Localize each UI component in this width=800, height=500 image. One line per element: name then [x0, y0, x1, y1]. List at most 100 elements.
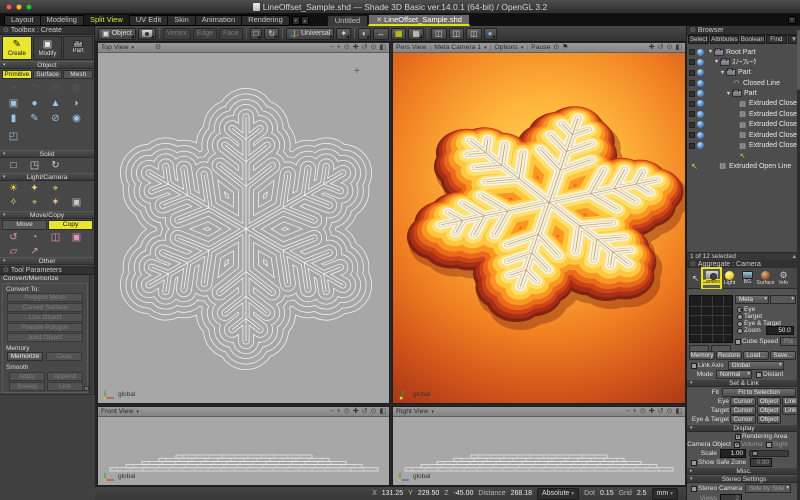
- eye-target-cursor-button[interactable]: Cursor: [730, 415, 756, 424]
- cone-icon[interactable]: ▲: [45, 97, 66, 111]
- workspace-tab-layout[interactable]: Layout: [5, 15, 41, 25]
- rotate-ball-icon[interactable]: ↺: [3, 231, 24, 245]
- chevron-down-icon[interactable]: ▾: [131, 43, 134, 53]
- pan-icon[interactable]: ✚: [353, 407, 359, 417]
- aggregate-tab-light[interactable]: Light: [721, 269, 738, 288]
- zoom-tool-icon[interactable]: ⊙: [371, 43, 377, 53]
- chevron-down-icon[interactable]: ▾: [521, 43, 524, 53]
- close-window-button[interactable]: [6, 4, 12, 10]
- options-menu[interactable]: Options: [494, 43, 517, 53]
- volume-checkbox[interactable]: ✓: [734, 442, 740, 448]
- meta-dropdown[interactable]: Meta: [735, 295, 769, 304]
- zoom-in-icon[interactable]: +: [337, 407, 341, 417]
- right-viewport-canvas[interactable]: global: [393, 417, 685, 485]
- quarter-icon[interactable]: ◗: [66, 97, 87, 111]
- move-ball-icon[interactable]: ◔: [24, 231, 45, 245]
- coordinate-mode-dropdown[interactable]: Absolute▾: [537, 488, 579, 500]
- tab-boolean[interactable]: Boolean: [740, 35, 765, 44]
- record-icon[interactable]: ⊙: [553, 43, 559, 53]
- spot-icon[interactable]: ✦: [24, 182, 45, 196]
- zoom-in-icon[interactable]: +: [337, 43, 341, 53]
- link-axis-checkbox[interactable]: [691, 363, 697, 369]
- tree-row-root-part[interactable]: ▼Root Part: [687, 47, 798, 57]
- eye-target-object-button[interactable]: Object: [757, 415, 781, 424]
- top-viewport-canvas[interactable]: + global: [98, 53, 389, 403]
- manipulator-tool-button[interactable]: ✦: [336, 28, 351, 40]
- tab-add-button[interactable]: ▴: [301, 16, 309, 25]
- grid-settings-button[interactable]: ▦: [408, 28, 424, 40]
- split-pane-icon[interactable]: ◧: [675, 407, 682, 417]
- cylinder-icon[interactable]: ▮: [3, 112, 24, 126]
- workspace-tab-skin[interactable]: Skin: [168, 15, 196, 25]
- stereo-camera-checkbox[interactable]: [691, 486, 697, 492]
- snap-grid-button[interactable]: ▦: [391, 28, 407, 40]
- tree-row-extruded-closed[interactable]: ▤Extruded Closed: [687, 130, 798, 140]
- tab-menu-button[interactable]: ▾: [292, 16, 300, 25]
- tab-primitive[interactable]: Primitive: [2, 70, 32, 79]
- light-camera-section-bar[interactable]: ▾Light/Camera: [0, 173, 94, 181]
- link-axis-dropdown[interactable]: Global: [728, 361, 784, 370]
- tree-row[interactable]: ↖: [687, 151, 798, 161]
- other-section-bar[interactable]: ▾Other: [0, 257, 94, 265]
- split-pane-icon[interactable]: ◧: [675, 43, 682, 53]
- visibility-ball-icon[interactable]: [697, 132, 704, 139]
- misc-section-bar[interactable]: ▸Misc.: [687, 467, 800, 475]
- gear-icon[interactable]: ⚙: [155, 43, 161, 53]
- aggregate-tab-bg[interactable]: BG: [739, 269, 756, 288]
- chevron-down-icon[interactable]: ▾: [136, 407, 139, 417]
- tab-attributes[interactable]: Attributes: [710, 35, 739, 44]
- part-button[interactable]: Part: [63, 36, 93, 60]
- marquee-select-button[interactable]: □: [250, 28, 263, 40]
- sphere-icon[interactable]: ●: [24, 97, 45, 111]
- radio-zoom[interactable]: [737, 328, 743, 334]
- zoom-window-button[interactable]: [26, 4, 32, 10]
- panel-resize-grip[interactable]: [84, 386, 89, 391]
- panel-menu-icon[interactable]: ⊙: [3, 267, 9, 274]
- tree-row-extruded-closed[interactable]: ▤Extruded Closed: [687, 141, 798, 151]
- pan-tool-button[interactable]: ↔: [373, 28, 389, 40]
- rounded-cube-icon[interactable]: ◰: [3, 130, 24, 144]
- tree-row-part[interactable]: ▼Part: [687, 89, 798, 99]
- camera-icon[interactable]: ▣: [66, 196, 87, 210]
- render-preview-button[interactable]: ●: [484, 28, 497, 40]
- pers-viewport-canvas[interactable]: global: [393, 53, 685, 403]
- sweep-icon[interactable]: ↻: [45, 159, 66, 173]
- mode-dropdown[interactable]: Normal: [716, 370, 752, 379]
- distant-checkbox[interactable]: [756, 372, 762, 378]
- zoom-tool-icon[interactable]: ⊙: [667, 407, 673, 417]
- panel-menu-icon[interactable]: ⊙: [690, 261, 696, 268]
- target-cursor-button[interactable]: Cursor: [730, 406, 756, 415]
- copy-button[interactable]: Copy: [48, 220, 93, 230]
- visibility-ball-icon[interactable]: [697, 121, 704, 128]
- zoom-out-icon[interactable]: −: [330, 43, 334, 53]
- solid-section-bar[interactable]: ▾Solid: [0, 150, 94, 158]
- move-copy-section-bar[interactable]: ▾Move/Copy: [0, 211, 94, 219]
- magnifier-icon[interactable]: ⊙: [640, 407, 646, 417]
- visibility-ball-icon[interactable]: [697, 59, 704, 66]
- torus-icon[interactable]: ◉: [66, 112, 87, 126]
- disc-icon[interactable]: ⊘: [45, 112, 66, 126]
- render-flag-icon[interactable]: [689, 91, 695, 97]
- zoom-in-icon[interactable]: +: [633, 407, 637, 417]
- camera-selector[interactable]: Meta Camera 1: [434, 43, 481, 53]
- pause-button[interactable]: Pause: [531, 43, 550, 53]
- visibility-ball-icon[interactable]: [697, 49, 704, 56]
- disclosure-icon[interactable]: ▼: [713, 59, 720, 65]
- split-pane-icon[interactable]: ◧: [379, 407, 386, 417]
- sun-icon[interactable]: ☀: [3, 182, 24, 196]
- disclosure-icon[interactable]: ▼: [719, 70, 726, 76]
- tree-row-part[interactable]: ▼Part: [687, 68, 798, 78]
- flag-icon[interactable]: ⚑: [562, 43, 568, 53]
- smooth-label[interactable]: Smooth: [6, 364, 28, 371]
- pan-icon[interactable]: ✚: [649, 43, 655, 53]
- layout-pane-1-button[interactable]: ◫: [431, 28, 447, 40]
- minimize-window-button[interactable]: [16, 4, 22, 10]
- workspace-tab-modeling[interactable]: Modeling: [41, 15, 84, 25]
- target-object-button[interactable]: Object: [757, 406, 781, 415]
- workspace-tab-uv-edit[interactable]: UV Edit: [130, 15, 168, 25]
- render-flag-icon[interactable]: [689, 59, 695, 65]
- unit-dropdown[interactable]: mm▾: [652, 488, 678, 500]
- visibility-ball-icon[interactable]: [697, 142, 704, 149]
- zoom-tool-icon[interactable]: ⊙: [667, 43, 673, 53]
- workspace-tab-split-view[interactable]: Split View: [84, 15, 130, 25]
